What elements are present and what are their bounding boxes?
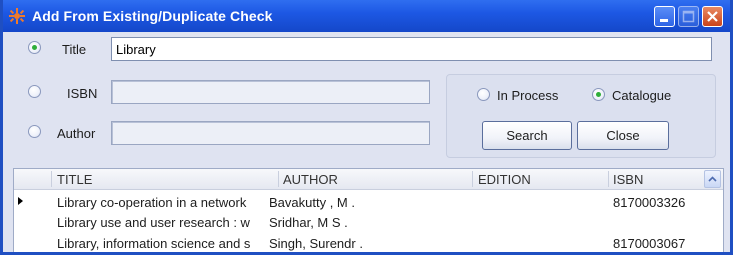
in-process-radio[interactable] <box>477 88 490 101</box>
cell-title: Library use and user research : w <box>57 215 250 230</box>
header-separator <box>51 171 52 187</box>
column-header-isbn[interactable]: ISBN <box>613 172 643 187</box>
dialog-window: Add From Existing/Duplicate Check Title … <box>0 0 733 255</box>
minimize-button[interactable] <box>654 6 675 27</box>
table-row[interactable]: Library use and user research : w Sridha… <box>14 212 723 233</box>
in-process-label: In Process <box>497 88 559 103</box>
author-field[interactable] <box>111 121 430 145</box>
scroll-up-button[interactable] <box>704 170 721 188</box>
author-input[interactable] <box>112 122 429 144</box>
cell-isbn: 8170003067 <box>613 236 686 251</box>
author-radio[interactable] <box>28 125 41 138</box>
header-separator <box>278 171 279 187</box>
column-header-title[interactable]: TITLE <box>57 172 92 187</box>
header-separator <box>608 171 609 187</box>
title-field[interactable] <box>111 37 712 61</box>
title-radio[interactable] <box>28 41 41 54</box>
window-title: Add From Existing/Duplicate Check <box>32 8 273 24</box>
header-separator <box>472 171 473 187</box>
current-row-pointer-icon <box>18 197 23 205</box>
chevron-up-icon <box>708 176 717 182</box>
cell-author: Bavakutty , M . <box>269 195 355 210</box>
table-row[interactable]: Library co-operation in a network Bavaku… <box>14 192 723 213</box>
catalogue-label: Catalogue <box>612 88 672 103</box>
cell-title: Library co-operation in a network <box>57 195 247 210</box>
title-bar[interactable]: Add From Existing/Duplicate Check <box>3 0 730 32</box>
isbn-radio[interactable] <box>28 85 41 98</box>
close-window-button[interactable] <box>702 6 723 27</box>
catalogue-radio[interactable] <box>592 88 605 101</box>
isbn-label: ISBN <box>67 86 98 101</box>
isbn-field[interactable] <box>111 80 430 104</box>
column-header-author[interactable]: AUTHOR <box>283 172 338 187</box>
title-input[interactable] <box>112 38 711 60</box>
search-button[interactable]: Search <box>482 121 572 150</box>
cell-author: Sridhar, M S . <box>269 215 348 230</box>
title-label: Title <box>62 42 87 57</box>
results-grid[interactable]: TITLE AUTHOR EDITION ISBN Library co-ope… <box>13 168 724 252</box>
grid-header: TITLE AUTHOR EDITION ISBN <box>14 169 723 190</box>
cell-author: Singh, Surendr . <box>269 236 363 251</box>
app-star-icon <box>8 8 26 24</box>
author-label: Author <box>57 126 96 141</box>
maximize-button[interactable] <box>678 6 699 27</box>
table-row[interactable]: Library, information science and s Singh… <box>14 233 723 252</box>
isbn-input[interactable] <box>112 81 429 103</box>
cell-title: Library, information science and s <box>57 236 251 251</box>
cell-isbn: 8170003326 <box>613 195 686 210</box>
column-header-edition[interactable]: EDITION <box>478 172 531 187</box>
close-button[interactable]: Close <box>577 121 669 150</box>
